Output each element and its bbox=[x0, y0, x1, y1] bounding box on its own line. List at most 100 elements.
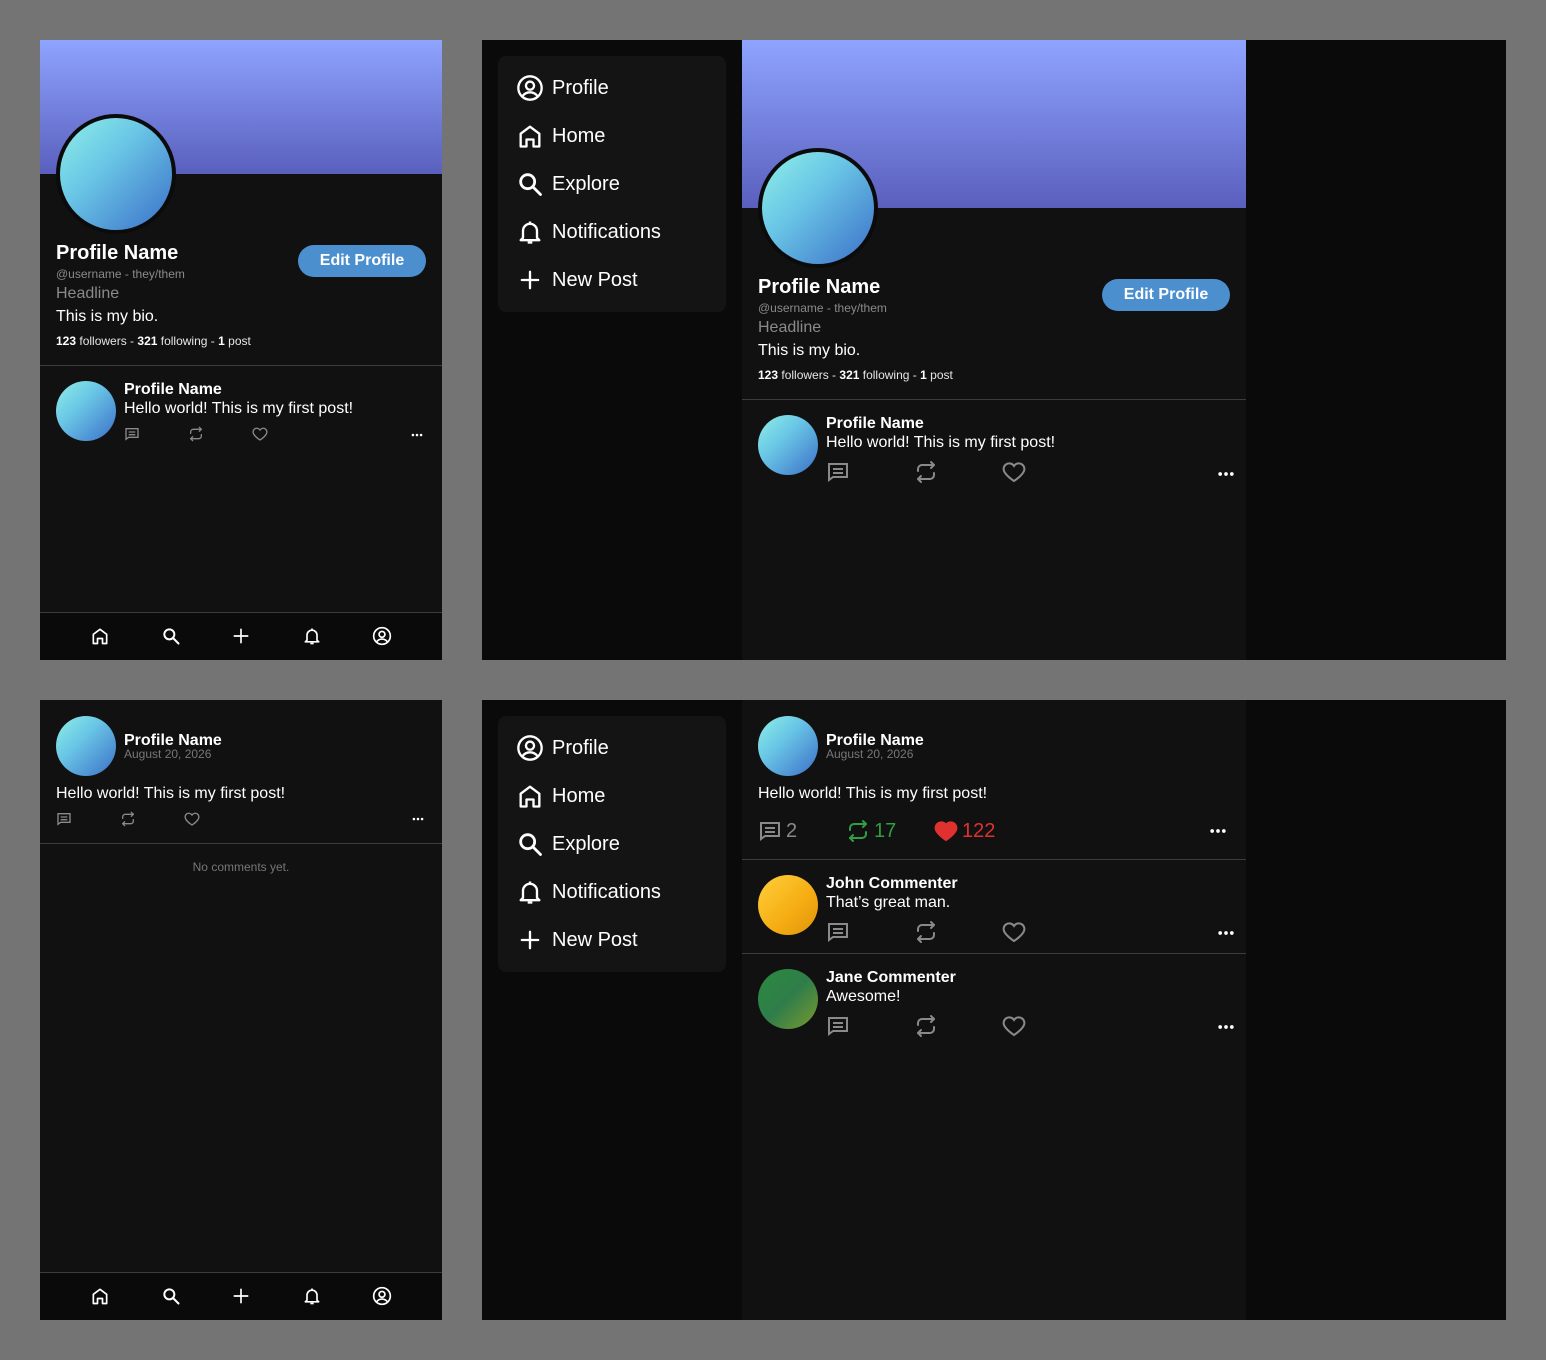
profile-name: Profile Name bbox=[758, 276, 881, 298]
following-count[interactable]: 321 bbox=[137, 334, 157, 348]
sidebar-item-notifications[interactable]: Notifications bbox=[516, 216, 661, 248]
edit-profile-button[interactable]: Edit Profile bbox=[1102, 279, 1230, 311]
heart-icon[interactable] bbox=[1002, 460, 1026, 484]
sidebar-item-profile[interactable]: Profile bbox=[516, 72, 609, 104]
sidebar-item-label: Profile bbox=[552, 76, 609, 99]
heart-icon[interactable] bbox=[1002, 920, 1026, 944]
mobile-profile-screen: Profile Name @username - they/them Headl… bbox=[40, 40, 442, 660]
post-item[interactable]: Profile Name Hello world! This is my fir… bbox=[742, 400, 1246, 500]
following-count[interactable]: 321 bbox=[839, 368, 859, 382]
home-icon[interactable] bbox=[90, 1286, 110, 1306]
sidebar-item-label: Home bbox=[552, 124, 606, 147]
posts-label: post bbox=[224, 334, 251, 348]
comment-icon[interactable] bbox=[826, 920, 850, 944]
comment-item[interactable]: John Commenter That’s great man. bbox=[742, 860, 1246, 953]
heart-icon[interactable] bbox=[184, 811, 200, 827]
like-action[interactable]: 122 bbox=[934, 819, 995, 843]
home-icon[interactable] bbox=[90, 626, 110, 646]
post-avatar[interactable] bbox=[758, 716, 818, 776]
home-icon bbox=[516, 782, 544, 810]
sidebar-item-home[interactable]: Home bbox=[516, 780, 605, 812]
posts-label: post bbox=[926, 368, 953, 382]
comment-avatar[interactable] bbox=[758, 969, 818, 1029]
search-icon[interactable] bbox=[161, 626, 181, 646]
repost-icon[interactable] bbox=[914, 460, 938, 484]
profile-username: @username - they/them bbox=[758, 301, 887, 315]
comment-icon[interactable] bbox=[124, 426, 140, 442]
heart-icon[interactable] bbox=[252, 426, 268, 442]
sidebar-item-label: New Post bbox=[552, 928, 638, 951]
comment-icon[interactable] bbox=[56, 811, 72, 827]
profile-headline: Headline bbox=[56, 285, 120, 302]
profile-icon[interactable] bbox=[372, 626, 392, 646]
repost-action[interactable]: 17 bbox=[846, 819, 896, 843]
repost-icon[interactable] bbox=[188, 426, 204, 442]
bell-icon[interactable] bbox=[302, 626, 322, 646]
sidebar-item-new-post[interactable]: New Post bbox=[516, 264, 638, 296]
comment-text: Awesome! bbox=[826, 988, 901, 1005]
sidebar-item-profile[interactable]: Profile bbox=[516, 732, 609, 764]
repost-count: 17 bbox=[874, 819, 897, 842]
profile-headline: Headline bbox=[758, 319, 822, 336]
comment-action[interactable]: 2 bbox=[758, 819, 797, 843]
following-label: following - bbox=[859, 368, 921, 382]
profile-avatar[interactable] bbox=[758, 148, 878, 268]
comment-author[interactable]: John Commenter bbox=[826, 875, 958, 893]
profile-avatar[interactable] bbox=[56, 114, 176, 234]
profile-icon[interactable] bbox=[372, 1286, 392, 1306]
more-options-icon[interactable] bbox=[1216, 464, 1236, 484]
sidebar-item-notifications[interactable]: Notifications bbox=[516, 876, 661, 908]
comment-icon[interactable] bbox=[826, 1014, 850, 1038]
search-icon bbox=[516, 170, 544, 198]
mobile-post-screen: Profile Name August 20, 2026 Hello world… bbox=[40, 700, 442, 1320]
comment-icon[interactable] bbox=[826, 460, 850, 484]
plus-icon[interactable] bbox=[231, 626, 251, 646]
post-author[interactable]: Profile Name bbox=[826, 415, 924, 433]
more-options-icon[interactable] bbox=[411, 812, 425, 826]
no-comments-message: No comments yet. bbox=[192, 860, 290, 874]
more-options-icon[interactable] bbox=[1216, 923, 1236, 943]
edit-profile-button[interactable]: Edit Profile bbox=[298, 245, 426, 277]
heart-icon[interactable] bbox=[1002, 1014, 1026, 1038]
repost-icon[interactable] bbox=[914, 1014, 938, 1038]
followers-count[interactable]: 123 bbox=[56, 334, 76, 348]
repost-icon[interactable] bbox=[914, 920, 938, 944]
post-item[interactable]: Profile Name Hello world! This is my fir… bbox=[40, 366, 442, 456]
more-options-icon[interactable] bbox=[1216, 1017, 1236, 1037]
profile-stats: 123 followers - 321 following - 1 post bbox=[758, 368, 953, 382]
sidebar-item-explore[interactable]: Explore bbox=[516, 828, 620, 860]
post-text: Hello world! This is my first post! bbox=[826, 434, 1056, 451]
search-icon[interactable] bbox=[161, 1286, 181, 1306]
sidebar-item-label: Home bbox=[552, 784, 606, 807]
more-options-icon[interactable] bbox=[410, 428, 424, 442]
sidebar-item-home[interactable]: Home bbox=[516, 120, 605, 152]
sidebar-item-label: Notifications bbox=[552, 220, 661, 243]
sidebar-item-label: Explore bbox=[552, 832, 620, 855]
comment-avatar[interactable] bbox=[758, 875, 818, 935]
sidebar-item-label: New Post bbox=[552, 268, 638, 291]
plus-icon bbox=[516, 926, 544, 954]
post-avatar[interactable] bbox=[56, 381, 116, 441]
followers-count[interactable]: 123 bbox=[758, 368, 778, 382]
repost-icon[interactable] bbox=[120, 811, 136, 827]
bell-icon[interactable] bbox=[302, 1286, 322, 1306]
sidebar-item-new-post[interactable]: New Post bbox=[516, 924, 638, 956]
bottom-nav bbox=[40, 612, 442, 660]
comment-item[interactable]: Jane Commenter Awesome! bbox=[742, 954, 1246, 1047]
comment-author[interactable]: Jane Commenter bbox=[826, 969, 956, 987]
post-author[interactable]: Profile Name bbox=[124, 381, 222, 399]
sidebar-item-explore[interactable]: Explore bbox=[516, 168, 620, 200]
posts-count: 1 bbox=[218, 334, 225, 348]
sidebar-nav: Profile Home Explore Notifications New P… bbox=[498, 716, 726, 972]
sidebar-item-label: Explore bbox=[552, 172, 620, 195]
main-column: Profile Name @username - they/them Headl… bbox=[742, 40, 1246, 660]
profile-icon bbox=[516, 74, 544, 102]
main-column: Profile Name August 20, 2026 Hello world… bbox=[742, 700, 1246, 1320]
desktop-post-screen: Profile Home Explore Notifications New P… bbox=[482, 700, 1506, 1320]
profile-bio: This is my bio. bbox=[56, 308, 159, 325]
profile-username: @username - they/them bbox=[56, 267, 185, 281]
plus-icon[interactable] bbox=[231, 1286, 251, 1306]
more-options-icon[interactable] bbox=[1208, 821, 1228, 841]
post-avatar[interactable] bbox=[56, 716, 116, 776]
post-avatar[interactable] bbox=[758, 415, 818, 475]
